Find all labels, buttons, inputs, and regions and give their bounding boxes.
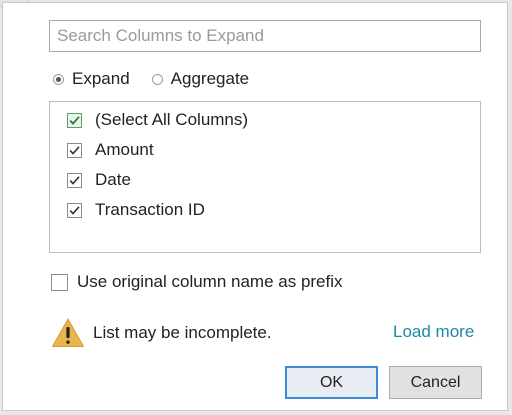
aggregate-radio[interactable]: Aggregate (151, 69, 250, 89)
load-more-link[interactable]: Load more (393, 322, 474, 342)
list-item-select-all[interactable]: (Select All Columns) (67, 109, 248, 131)
expand-columns-dialog: Expand Aggregate (Select All Columns) Am… (2, 2, 508, 411)
list-item-label: (Select All Columns) (95, 110, 249, 129)
checkbox-checked-icon (67, 172, 82, 188)
expand-radio[interactable]: Expand (53, 69, 130, 89)
prefix-checkbox-label: Use original column name as prefix (77, 272, 343, 291)
list-item-label: Transaction ID (95, 200, 205, 219)
incomplete-list-warning: List may be incomplete. (51, 316, 272, 350)
list-item-label: Amount (95, 140, 154, 159)
columns-list: (Select All Columns) Amount Date Transac… (49, 101, 481, 253)
cancel-button[interactable]: Cancel (389, 366, 482, 399)
radio-selected-icon (53, 73, 64, 85)
warning-text: List may be incomplete. (93, 323, 272, 342)
checkbox-checked-icon (67, 112, 82, 128)
list-item-transaction-id[interactable]: Transaction ID (67, 199, 205, 221)
search-columns-input[interactable] (49, 20, 481, 52)
list-item-label: Date (95, 170, 131, 189)
expand-radio-label: Expand (72, 69, 130, 88)
checkbox-checked-icon (67, 202, 82, 218)
ok-button[interactable]: OK (285, 366, 378, 399)
prefix-checkbox[interactable]: Use original column name as prefix (51, 271, 343, 293)
aggregate-radio-label: Aggregate (170, 69, 250, 88)
warning-icon (52, 318, 84, 347)
checkbox-checked-icon (67, 142, 82, 158)
radio-unselected-icon (151, 73, 163, 85)
expand-mode-radio-group: Expand Aggregate (53, 67, 249, 91)
list-item-date[interactable]: Date (67, 169, 131, 191)
list-item-amount[interactable]: Amount (67, 139, 154, 161)
checkbox-unchecked-icon (51, 273, 68, 291)
